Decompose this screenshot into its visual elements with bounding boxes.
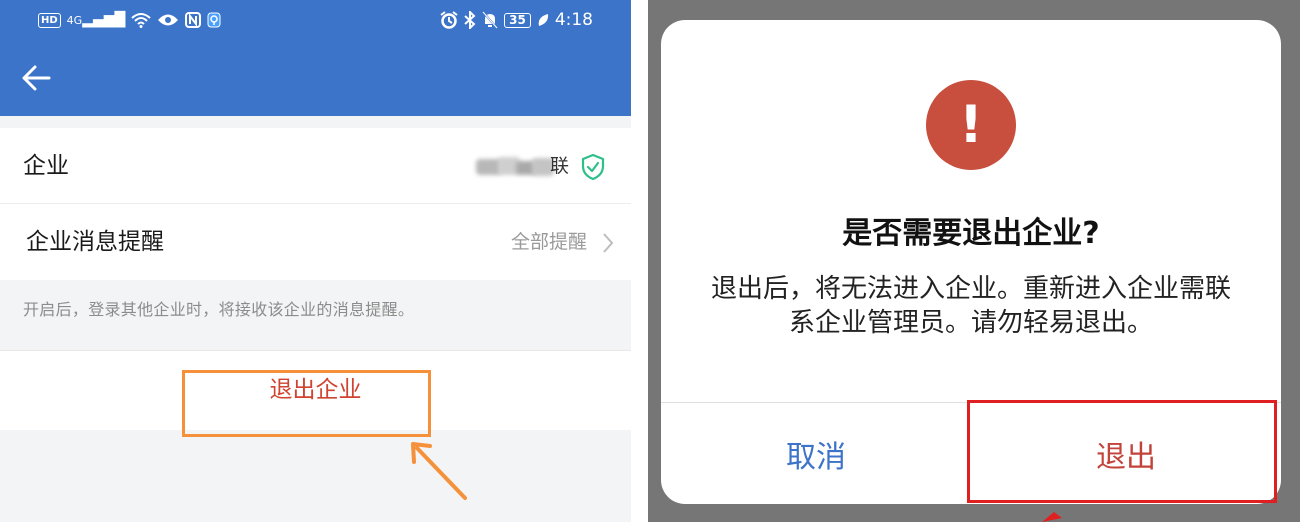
status-left: HD 4G▂▄▆█ xyxy=(38,10,221,30)
alarm-icon xyxy=(440,11,458,29)
wifi-icon xyxy=(131,13,151,28)
back-button[interactable] xyxy=(14,58,58,98)
status-right: 35 4:18 xyxy=(440,10,593,30)
exit-company-button[interactable]: 退出企业 xyxy=(0,370,631,404)
leaf-icon xyxy=(538,14,548,26)
dialog-title: 是否需要退出企业? xyxy=(842,216,1100,251)
panel-divider xyxy=(631,0,648,522)
enterprise-settings-screen: HD 4G▂▄▆█ 35 4:18 企业 联 企业消息提醒 全部提醒 开启后，登… xyxy=(0,0,631,522)
exclamation-icon: ! xyxy=(926,80,1016,170)
hd-badge: HD xyxy=(38,12,61,28)
company-row[interactable]: 企业 联 xyxy=(0,128,631,204)
clock: 4:18 xyxy=(554,10,593,30)
notify-label: 企业消息提醒 xyxy=(26,229,164,255)
company-name-redacted: 联 xyxy=(468,153,570,179)
signal-icon: 4G▂▄▆█ xyxy=(66,11,126,28)
company-label: 企业 xyxy=(23,153,69,179)
section-gap xyxy=(0,116,631,128)
dialog-message: 退出后，将无法进入企业。重新进入企业需联系企业管理员。请勿轻易退出。 xyxy=(710,274,1231,338)
company-notify-row[interactable]: 企业消息提醒 全部提醒 xyxy=(0,204,631,280)
app-bar: HD 4G▂▄▆█ 35 4:18 xyxy=(0,0,631,116)
arrow-left-icon xyxy=(22,65,51,91)
dialog-overlay: ! 是否需要退出企业? 退出后，将无法进入企业。重新进入企业需联系企业管理员。请… xyxy=(648,0,1300,522)
shield-check-icon xyxy=(581,153,605,181)
exit-confirm-dialog: ! 是否需要退出企业? 退出后，将无法进入企业。重新进入企业需联系企业管理员。请… xyxy=(661,20,1281,504)
eye-icon xyxy=(158,14,179,26)
mute-bell-icon xyxy=(482,11,498,29)
bulb-icon xyxy=(207,12,221,28)
battery-icon: 35 xyxy=(504,12,531,28)
annotation-arrow-icon xyxy=(411,442,467,500)
confirm-exit-button[interactable]: 退出 xyxy=(971,403,1281,504)
cancel-button[interactable]: 取消 xyxy=(661,403,971,504)
status-bar: HD 4G▂▄▆█ 35 4:18 xyxy=(0,0,631,40)
bluetooth-icon xyxy=(464,11,476,29)
notify-value: 全部提醒 xyxy=(510,231,587,253)
nfc-icon xyxy=(185,12,202,28)
notify-hint: 开启后，登录其他企业时，将接收该企业的消息提醒。 xyxy=(23,300,415,319)
chevron-right-icon xyxy=(603,233,614,253)
